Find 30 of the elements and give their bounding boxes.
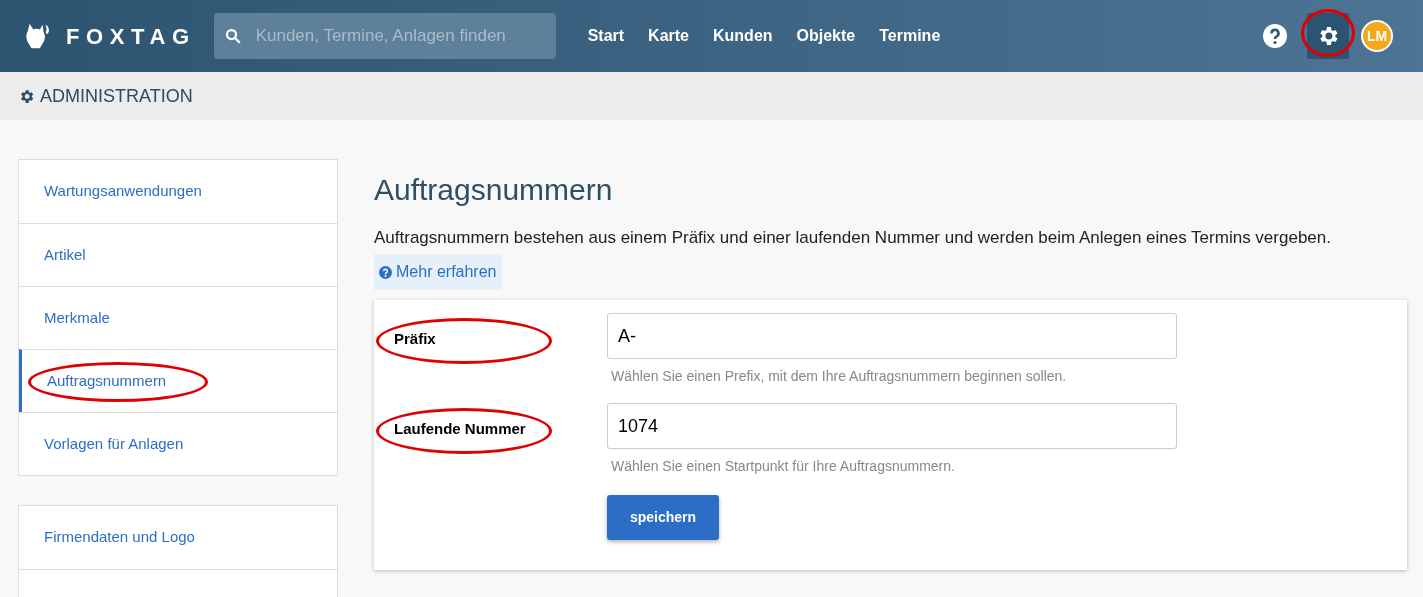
field-help-text: Wählen Sie einen Prefix, mit dem Ihre Auftragsnummern beginnen sollen. bbox=[611, 367, 1068, 386]
search-icon bbox=[223, 27, 242, 45]
sidebar-item[interactable]: Wartungsanwendungen bbox=[19, 160, 337, 223]
sidebar-item[interactable]: Merkmale bbox=[19, 286, 337, 349]
learn-more-link[interactable]: Mehr erfahren bbox=[374, 254, 502, 290]
section-description: Auftragsnummern bestehen aus einem Präfix und einer laufenden Nummer und werden beim Anlegen eines Termins vergeben. Mehr erfahren bbox=[374, 222, 1349, 290]
section-title: Auftragsnummern bbox=[374, 172, 614, 208]
nav-link[interactable]: Kunden bbox=[713, 24, 773, 48]
text-field[interactable]: A- bbox=[607, 313, 1177, 359]
nav-link[interactable]: Objekte bbox=[796, 24, 856, 48]
page-title: ADMINISTRATION bbox=[40, 84, 193, 108]
field-label: Präfix bbox=[394, 330, 436, 347]
brand-name: FOXTAG bbox=[66, 22, 196, 51]
sidebar-item[interactable]: Firmendaten und Logo bbox=[19, 506, 337, 569]
fox-logo-icon bbox=[24, 21, 52, 51]
settings-button[interactable] bbox=[1307, 13, 1349, 59]
help-icon bbox=[379, 265, 392, 279]
sidebar-item[interactable]: Auftragsnummern bbox=[19, 349, 337, 412]
nav-link[interactable]: Karte bbox=[648, 24, 689, 48]
field-help-text: Wählen Sie einen Startpunkt für Ihre Auftragsnummern. bbox=[611, 457, 956, 476]
search-field[interactable]: Kunden, Termine, Anlagen finden bbox=[213, 13, 556, 59]
nav-link[interactable]: Start bbox=[587, 24, 625, 48]
sidebar-item[interactable]: Vorlagen für Anlagen bbox=[19, 412, 337, 475]
nav-link[interactable]: Termine bbox=[879, 24, 941, 48]
help-icon[interactable] bbox=[1263, 24, 1287, 48]
save-button[interactable]: speichern bbox=[607, 495, 719, 540]
settings-icon bbox=[18, 87, 35, 105]
field-label: Laufende Nummer bbox=[394, 420, 526, 437]
text-field[interactable]: 1074 bbox=[607, 403, 1177, 449]
sidebar-item[interactable]: Artikel bbox=[19, 223, 337, 286]
